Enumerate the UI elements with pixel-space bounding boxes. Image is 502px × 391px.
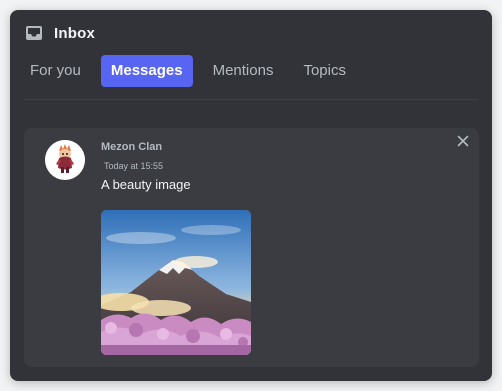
author-name[interactable]: Mezon Clan — [101, 140, 459, 154]
notification-card[interactable]: Mezon Clan Today at 15:55 A beauty image — [24, 128, 479, 367]
tab-for-you[interactable]: For you — [20, 55, 91, 87]
tab-mentions[interactable]: Mentions — [203, 55, 284, 87]
inbox-icon — [24, 23, 44, 43]
message-timestamp: Today at 15:55 — [104, 161, 164, 171]
inbox-header: Inbox — [24, 22, 95, 44]
attached-image[interactable] — [101, 210, 251, 355]
inbox-tabs: For you Messages Mentions Topics — [20, 55, 356, 87]
tab-messages[interactable]: Messages — [100, 55, 193, 87]
mountain-landscape-image — [101, 210, 251, 355]
header-divider — [24, 99, 478, 100]
page-title: Inbox — [54, 24, 95, 42]
message-content: A beauty image — [101, 177, 191, 192]
inbox-panel: Inbox For you Messages Mentions Topics M… — [10, 10, 492, 381]
avatar[interactable] — [45, 140, 85, 180]
message-body: Mezon Clan Today at 15:55 A beauty image — [101, 140, 459, 193]
tab-topics[interactable]: Topics — [293, 55, 356, 87]
avatar-character-icon — [45, 140, 85, 180]
